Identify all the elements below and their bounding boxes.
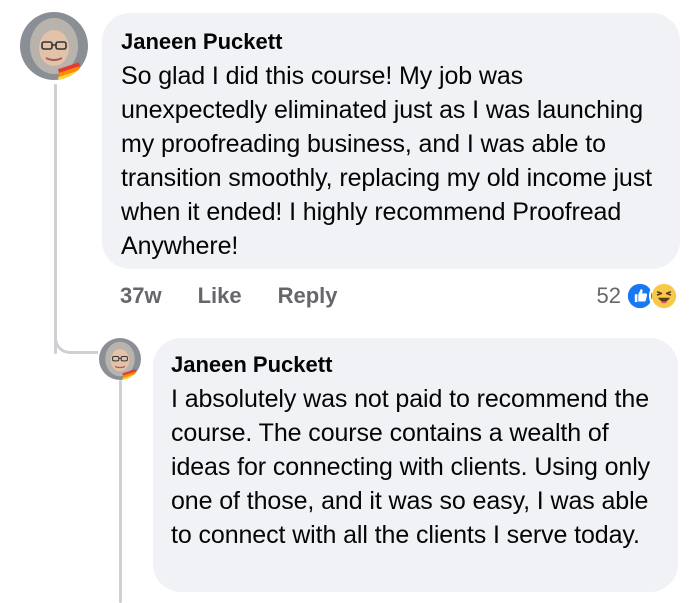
comment-author[interactable]: Janeen Puckett <box>121 27 662 57</box>
reactions-summary[interactable]: 52 <box>597 280 679 312</box>
thread-line <box>54 84 57 354</box>
comment-actions: 37w Like Reply <box>120 280 374 312</box>
comment-bubble: Janeen Puckett So glad I did this course… <box>102 13 680 269</box>
comment-text: So glad I did this course! My job was un… <box>121 62 652 260</box>
reply-bubble: Janeen Puckett I absolutely was not paid… <box>153 338 678 592</box>
reply-text: I absolutely was not paid to recommend t… <box>171 385 651 549</box>
reply-button[interactable]: Reply <box>278 283 338 309</box>
like-button[interactable]: Like <box>198 283 242 309</box>
reply-author[interactable]: Janeen Puckett <box>171 350 660 380</box>
avatar[interactable] <box>20 12 88 80</box>
thread-connector <box>54 320 98 354</box>
haha-reaction-icon <box>649 281 679 311</box>
reaction-count: 52 <box>596 283 621 308</box>
reply-avatar[interactable] <box>99 338 141 380</box>
reply-thread-line <box>119 380 122 603</box>
comment-timestamp[interactable]: 37w <box>120 283 162 309</box>
